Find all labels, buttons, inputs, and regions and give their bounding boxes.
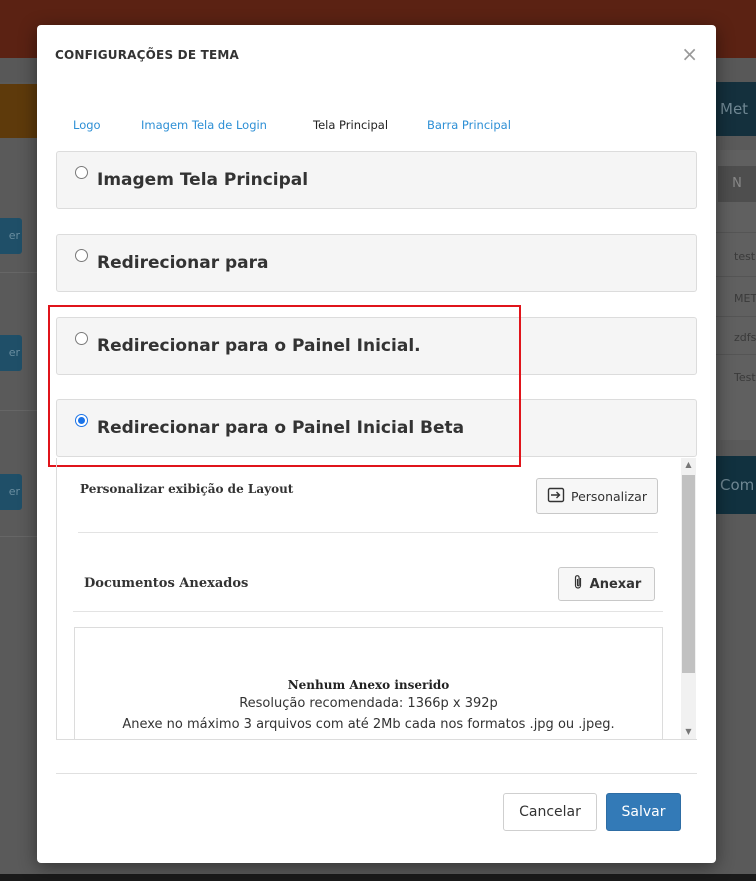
- background-divider: [0, 536, 40, 537]
- modal-title: CONFIGURAÇÕES DE TEMA: [55, 48, 240, 62]
- tab-login-image[interactable]: Imagem Tela de Login: [141, 118, 267, 132]
- beta-options-scroll-area[interactable]: Personalizar exibição de Layout Personal…: [56, 458, 697, 740]
- theme-settings-modal: CONFIGURAÇÕES DE TEMA × Logo Imagem Tela…: [37, 25, 716, 863]
- documents-label: Documentos Anexados: [84, 576, 249, 591]
- background-divider: [0, 272, 40, 273]
- recommended-resolution: Resolução recomendada: 1366p x 392p: [239, 696, 498, 711]
- background-divider: [0, 410, 40, 411]
- radio-redirect-initial-panel-beta[interactable]: [75, 414, 88, 427]
- save-button[interactable]: Salvar: [606, 793, 681, 831]
- background-right-footer: Com: [716, 456, 756, 514]
- footer-divider: [56, 773, 697, 774]
- attach-button[interactable]: Anexar: [558, 567, 655, 601]
- scrollbar-thumb[interactable]: [682, 475, 695, 673]
- attachment-limits: Anexe no máximo 3 arquivos com até 2Mb c…: [122, 717, 615, 732]
- background-right-column-header: N: [718, 166, 756, 202]
- tab-main-screen[interactable]: Tela Principal: [313, 118, 388, 132]
- divider: [73, 611, 663, 612]
- background-table-row: MET: [734, 292, 756, 305]
- tab-logo[interactable]: Logo: [73, 118, 101, 132]
- option-label: Redirecionar para o Painel Inicial.: [97, 336, 421, 356]
- attachments-dropzone[interactable]: Nenhum Anexo inserido Resolução recomend…: [74, 627, 663, 739]
- empty-attachments-title: Nenhum Anexo inserido: [287, 678, 450, 692]
- background-divider: [716, 316, 756, 317]
- background-button: er: [0, 218, 22, 254]
- option-label: Imagem Tela Principal: [97, 170, 309, 190]
- radio-redirect-to[interactable]: [75, 249, 88, 262]
- scrollbar[interactable]: ▲ ▼: [681, 458, 696, 739]
- background-button: er: [0, 474, 22, 510]
- cancel-button[interactable]: Cancelar: [503, 793, 597, 831]
- option-redirect-initial-panel-beta[interactable]: Redirecionar para o Painel Inicial Beta: [56, 399, 697, 457]
- radio-redirect-initial-panel[interactable]: [75, 332, 88, 345]
- attach-button-label: Anexar: [589, 576, 642, 592]
- tab-main-bar[interactable]: Barra Principal: [427, 118, 511, 132]
- personalize-button[interactable]: Personalizar: [536, 478, 658, 514]
- radio-main-screen-image[interactable]: [75, 166, 88, 179]
- background-divider: [716, 232, 756, 233]
- scroll-up-icon[interactable]: ▲: [681, 458, 696, 472]
- background-table-row: test: [734, 250, 756, 263]
- paperclip-icon: [572, 574, 584, 594]
- background-bottom-bar: [0, 874, 756, 881]
- background-table-row: Test: [734, 371, 756, 384]
- option-redirect-to[interactable]: Redirecionar para: [56, 234, 697, 292]
- close-icon[interactable]: ×: [681, 43, 698, 65]
- divider: [78, 532, 658, 533]
- background-right-header: Met: [716, 82, 756, 136]
- sign-in-icon: [547, 487, 565, 506]
- option-label: Redirecionar para o Painel Inicial Beta: [97, 418, 465, 438]
- option-main-screen-image[interactable]: Imagem Tela Principal: [56, 151, 697, 209]
- background-left-header: [0, 84, 40, 138]
- layout-label: Personalizar exibição de Layout: [80, 482, 294, 496]
- background-table-row: zdfs: [734, 331, 756, 344]
- scroll-down-icon[interactable]: ▼: [681, 725, 696, 739]
- background-divider: [716, 276, 756, 277]
- background-button: er: [0, 335, 22, 371]
- personalize-button-label: Personalizar: [571, 488, 647, 504]
- option-redirect-initial-panel[interactable]: Redirecionar para o Painel Inicial.: [56, 317, 697, 375]
- option-label: Redirecionar para: [97, 253, 269, 273]
- background-divider: [716, 354, 756, 355]
